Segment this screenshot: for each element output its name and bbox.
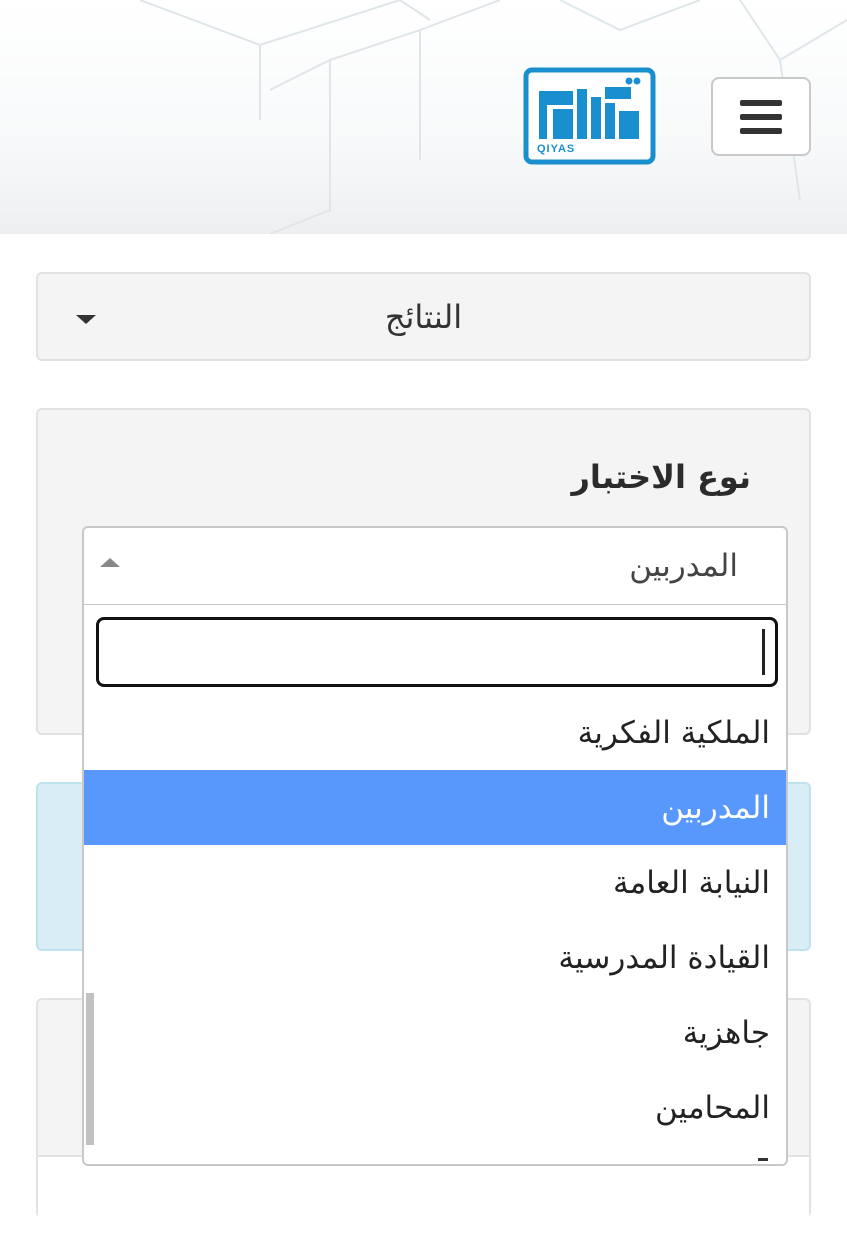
dropdown-option[interactable]: الملكية الفكرية bbox=[84, 695, 786, 770]
text-caret bbox=[762, 629, 765, 675]
lower-panel-field bbox=[38, 1155, 809, 1235]
dropdown-option[interactable]: المحامين bbox=[84, 1070, 786, 1145]
caret-down-icon bbox=[76, 315, 96, 324]
dropdown-option[interactable]: جاهزية bbox=[84, 995, 786, 1070]
selected-value: المدربين bbox=[629, 548, 738, 584]
menu-button[interactable] bbox=[711, 77, 811, 156]
dropdown-option[interactable]: القيادة المدرسية bbox=[84, 920, 786, 995]
test-type-dropdown: الملكية الفكرية المدربين النيابة العامة الق… bbox=[82, 604, 788, 1166]
test-type-title: نوع الاختبار bbox=[571, 458, 752, 496]
qiyas-logo[interactable]: QIYAS bbox=[523, 67, 656, 165]
test-type-select[interactable]: المدربين bbox=[82, 526, 788, 606]
results-label: النتائج bbox=[384, 297, 463, 336]
dropdown-search-input[interactable] bbox=[96, 617, 778, 687]
results-accordion[interactable]: النتائج bbox=[36, 272, 811, 361]
dropdown-options: الملكية الفكرية المدربين النيابة العامة الق… bbox=[84, 695, 786, 1145]
hamburger-icon bbox=[740, 99, 782, 134]
dropdown-option[interactable]: النيابة العامة bbox=[84, 845, 786, 920]
site-header: QIYAS bbox=[0, 0, 847, 234]
dropdown-scrollbar[interactable] bbox=[86, 993, 94, 1145]
caret-up-icon bbox=[100, 558, 120, 567]
dropdown-option[interactable]: المدربين bbox=[84, 770, 786, 845]
logo-text: QIYAS bbox=[537, 143, 576, 155]
next-option-partial bbox=[758, 1158, 768, 1164]
